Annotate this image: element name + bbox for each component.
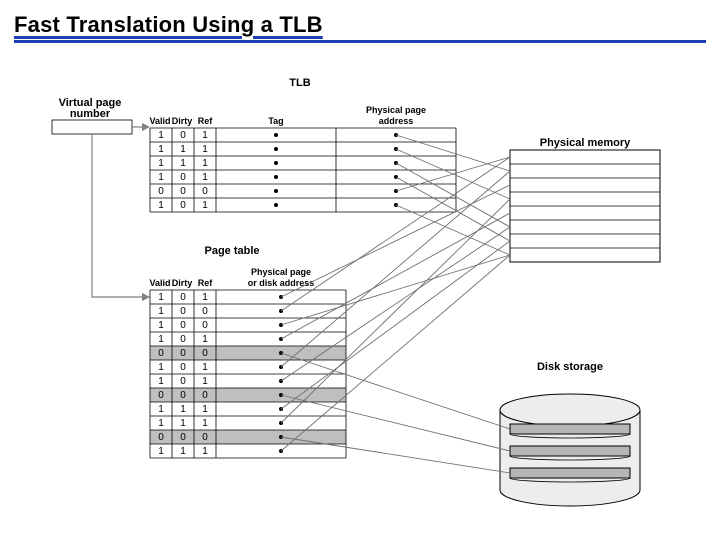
svg-text:0: 0 bbox=[158, 390, 164, 401]
svg-text:0: 0 bbox=[158, 348, 164, 359]
svg-text:1: 1 bbox=[202, 334, 208, 345]
svg-text:1: 1 bbox=[202, 418, 208, 429]
svg-text:or disk address: or disk address bbox=[248, 278, 315, 288]
svg-text:Disk storage: Disk storage bbox=[537, 361, 603, 373]
svg-text:1: 1 bbox=[158, 306, 164, 317]
svg-text:0: 0 bbox=[158, 432, 164, 443]
svg-text:1: 1 bbox=[158, 334, 164, 345]
svg-text:1: 1 bbox=[158, 292, 164, 303]
svg-text:1: 1 bbox=[202, 144, 208, 155]
svg-text:0: 0 bbox=[180, 432, 186, 443]
svg-text:address: address bbox=[379, 116, 414, 126]
svg-text:Dirty: Dirty bbox=[172, 116, 193, 126]
svg-text:Physical memory: Physical memory bbox=[540, 137, 631, 149]
svg-text:1: 1 bbox=[202, 130, 208, 141]
svg-text:1: 1 bbox=[180, 404, 186, 415]
svg-text:1: 1 bbox=[158, 404, 164, 415]
svg-text:0: 0 bbox=[202, 306, 208, 317]
svg-text:Ref: Ref bbox=[198, 116, 214, 126]
svg-text:1: 1 bbox=[202, 200, 208, 211]
svg-text:0: 0 bbox=[202, 432, 208, 443]
svg-text:0: 0 bbox=[202, 348, 208, 359]
svg-text:0: 0 bbox=[180, 306, 186, 317]
svg-text:1: 1 bbox=[158, 376, 164, 387]
svg-text:0: 0 bbox=[158, 186, 164, 197]
svg-text:1: 1 bbox=[158, 320, 164, 331]
svg-text:1: 1 bbox=[158, 172, 164, 183]
svg-text:1: 1 bbox=[180, 446, 186, 457]
svg-text:0: 0 bbox=[180, 390, 186, 401]
svg-text:Page table: Page table bbox=[204, 245, 259, 257]
svg-text:1: 1 bbox=[158, 446, 164, 457]
svg-text:0: 0 bbox=[180, 348, 186, 359]
svg-text:0: 0 bbox=[180, 172, 186, 183]
svg-text:0: 0 bbox=[202, 186, 208, 197]
svg-text:1: 1 bbox=[158, 130, 164, 141]
svg-text:Ref: Ref bbox=[198, 278, 214, 288]
svg-text:1: 1 bbox=[158, 144, 164, 155]
svg-text:Valid: Valid bbox=[149, 116, 170, 126]
svg-text:0: 0 bbox=[180, 186, 186, 197]
svg-text:1: 1 bbox=[202, 158, 208, 169]
tlb-diagram: TLBVirtual pagenumberValidDirtyRefTagPhy… bbox=[0, 0, 720, 540]
svg-text:1: 1 bbox=[180, 418, 186, 429]
svg-text:0: 0 bbox=[180, 376, 186, 387]
svg-text:0: 0 bbox=[180, 292, 186, 303]
svg-text:Valid: Valid bbox=[149, 278, 170, 288]
svg-text:Tag: Tag bbox=[268, 116, 283, 126]
svg-text:0: 0 bbox=[180, 320, 186, 331]
svg-text:1: 1 bbox=[180, 158, 186, 169]
svg-text:1: 1 bbox=[202, 362, 208, 373]
svg-text:0: 0 bbox=[202, 390, 208, 401]
svg-text:1: 1 bbox=[158, 200, 164, 211]
svg-text:1: 1 bbox=[180, 144, 186, 155]
svg-text:1: 1 bbox=[202, 292, 208, 303]
svg-text:0: 0 bbox=[180, 334, 186, 345]
svg-text:Physical page: Physical page bbox=[251, 267, 311, 277]
svg-text:0: 0 bbox=[202, 320, 208, 331]
svg-text:Physical page: Physical page bbox=[366, 105, 426, 115]
svg-text:1: 1 bbox=[202, 404, 208, 415]
svg-text:1: 1 bbox=[202, 376, 208, 387]
svg-text:1: 1 bbox=[158, 158, 164, 169]
svg-text:0: 0 bbox=[180, 362, 186, 373]
svg-text:Dirty: Dirty bbox=[172, 278, 193, 288]
svg-text:TLB: TLB bbox=[289, 77, 310, 89]
svg-text:1: 1 bbox=[158, 418, 164, 429]
svg-text:0: 0 bbox=[180, 130, 186, 141]
svg-text:0: 0 bbox=[180, 200, 186, 211]
svg-text:1: 1 bbox=[202, 446, 208, 457]
svg-text:number: number bbox=[70, 108, 111, 120]
svg-text:1: 1 bbox=[202, 172, 208, 183]
svg-text:1: 1 bbox=[158, 362, 164, 373]
